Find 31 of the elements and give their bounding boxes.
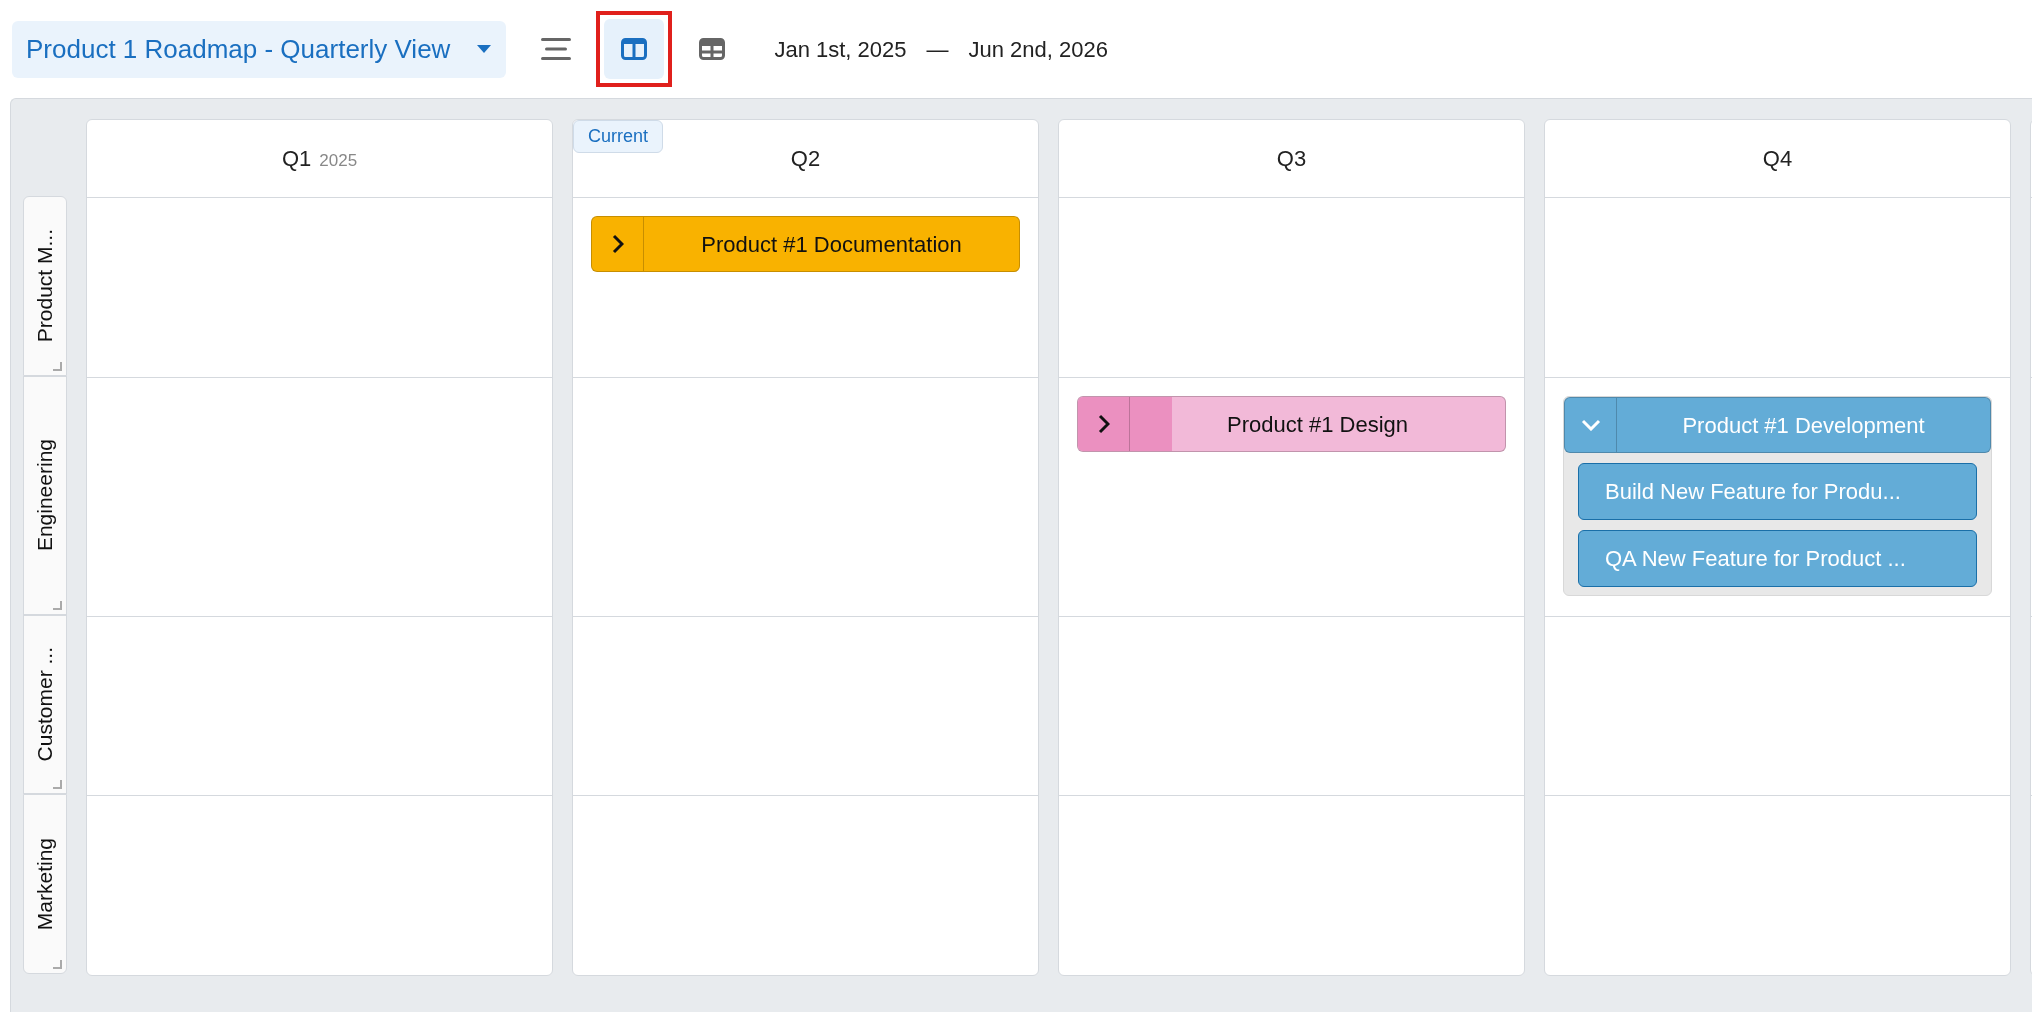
quarter-label: Q3	[1276, 145, 1307, 173]
quarter-label: Q4	[1762, 145, 1793, 173]
view-toggle[interactable]	[604, 19, 665, 79]
date-separator: —	[926, 35, 949, 64]
resize-handle-icon[interactable]	[53, 780, 62, 789]
lane-label: Product M...	[32, 229, 58, 343]
subtask-bar[interactable]: QA New Feature for Product ...	[1578, 530, 1977, 587]
columns-icon	[621, 38, 648, 60]
year-label: 2025	[319, 149, 358, 172]
bar-title: Product #1 Design	[1226, 410, 1409, 439]
resize-handle-icon[interactable]	[53, 362, 62, 371]
bar-title: Product #1 Development	[1681, 411, 1926, 440]
roadmap-dropdown[interactable]: Product 1 Roadmap - Quarterly View	[12, 20, 507, 78]
current-badge: Current	[573, 120, 664, 153]
roadmap-bar[interactable]: Product #1 Design	[1077, 396, 1506, 452]
roadmap-bar[interactable]: Product #1 Documentation	[591, 216, 1020, 272]
resize-handle-icon[interactable]	[53, 601, 62, 610]
quarter-label: Q1	[281, 145, 312, 173]
lane-label: Customer ...	[32, 647, 58, 762]
date-text: Jun 2nd, 2026	[968, 35, 1108, 64]
lane-label: Engineering	[32, 439, 58, 552]
lane-label: Marketing	[32, 837, 58, 931]
list-icon	[541, 37, 572, 61]
table-icon	[699, 38, 726, 60]
resize-handle-icon[interactable]	[53, 960, 62, 969]
roadmap-bar[interactable]: Product #1 Development	[1564, 397, 1991, 453]
subtask-bar[interactable]: Build New Feature for Produ...	[1578, 463, 1977, 520]
quarter-label: Q2	[790, 145, 821, 173]
caret-icon	[476, 44, 493, 54]
bar-title: Product #1 Documentation	[700, 230, 963, 259]
date-text: Jan 1st, 2025	[774, 35, 907, 64]
